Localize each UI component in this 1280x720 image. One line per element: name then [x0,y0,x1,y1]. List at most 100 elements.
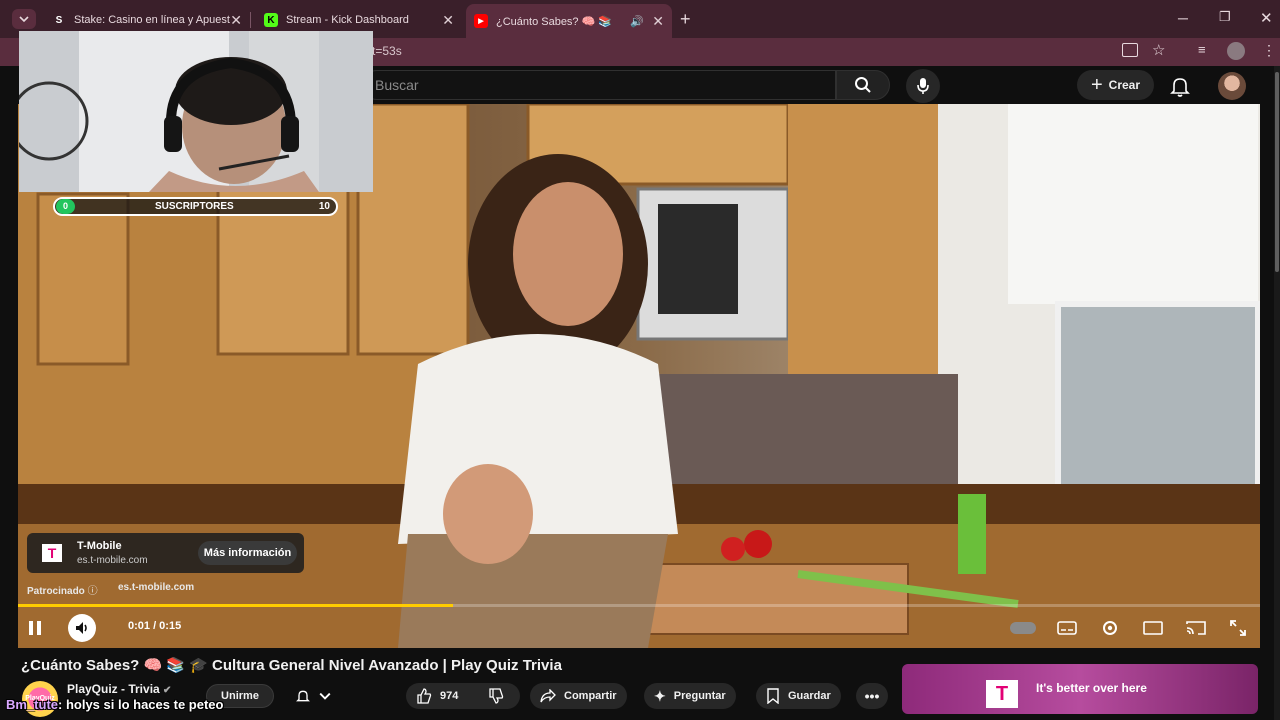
gear-icon [1103,621,1117,635]
bell-icon [296,690,310,702]
settings-button[interactable] [1098,616,1122,640]
subscriber-goal-bar: 0 SUSCRIPTORES 10 [53,197,338,216]
search-icon [855,77,871,93]
save-label: Guardar [788,690,831,702]
minimize-icon[interactable]: ─ [1178,10,1188,26]
fullscreen-button[interactable] [1226,616,1250,640]
ad-progress-fill [18,604,453,607]
restore-icon[interactable]: ❐ [1219,9,1231,25]
ad-brand-name: T-Mobile [77,540,122,552]
tab-label: ¿Cuánto Sabes? 🧠 📚 🎓 C [496,15,616,28]
pause-icon [29,621,41,635]
like-button[interactable]: 974 [406,683,478,709]
speaker-icon[interactable]: 🔊 [630,15,644,28]
like-count: 974 [440,690,459,702]
tab-kick-dashboard[interactable]: K Stream - Kick Dashboard ✕ [256,6,462,34]
sparkle-icon: ✦ [654,687,666,704]
more-info-button[interactable]: Más información [198,541,297,565]
info-icon: ⓘ [87,586,98,597]
close-icon[interactable]: ✕ [442,12,454,29]
address-bar[interactable]: t=53s [360,40,1180,62]
user-avatar[interactable] [1218,72,1246,100]
microphone-icon [917,78,929,94]
search-input[interactable]: Buscar [362,70,836,100]
create-label: Crear [1108,78,1141,92]
webcam-image [19,31,373,192]
autoplay-toggle[interactable] [1006,616,1040,640]
subs-goal-label: SUSCRIPTORES [155,201,234,212]
tab-label: Stream - Kick Dashboard [286,14,409,26]
t-mobile-logo: T [986,680,1018,708]
stake-favicon-icon: S [55,14,63,26]
youtube-favicon-icon: ▶ [474,14,488,28]
toggle-track-icon [1010,622,1036,634]
search-button[interactable] [836,70,890,100]
channel-name[interactable]: PlayQuiz - Trivia ✔ [67,682,171,696]
sponsored-label[interactable]: Patrocinado ⓘ [27,582,98,597]
dislike-button[interactable] [478,683,520,709]
create-button[interactable]: + Crear [1077,70,1154,100]
fullscreen-icon [1230,620,1246,636]
close-icon[interactable]: ✕ [652,13,664,30]
theater-mode-button[interactable] [1141,616,1165,640]
ad-tagline: It's better over here [1036,681,1147,695]
video-title: ¿Cuánto Sabes? 🧠 📚 🎓 Cultura General Niv… [21,657,562,674]
streamer-webcam-overlay [19,31,373,192]
player-controls: 0:01 / 0:15 [18,612,1260,644]
subscribe-bell-button[interactable] [285,683,341,709]
share-label: Compartir [564,690,617,702]
stream-chat-message: Bm_tute: holys si lo haces te peteo [6,697,223,712]
more-actions-button[interactable]: ••• [856,683,888,709]
subs-current-count: 0 [56,199,75,214]
ask-label: Preguntar [673,690,726,702]
ad-card[interactable]: T T-Mobile es.t-mobile.com Más informaci… [27,533,304,573]
save-button[interactable]: Guardar [756,683,841,709]
close-window-icon[interactable]: ✕ [1260,9,1273,27]
new-tab-button[interactable]: + [680,10,691,28]
thumbs-up-icon [417,688,432,704]
bookmark-star-icon[interactable]: ☆ [1152,41,1165,59]
chevron-down-icon [19,16,29,23]
chat-text: : holys si lo haces te peteo [58,697,224,712]
bookmark-icon [767,688,779,704]
subtitles-icon [1057,621,1077,635]
sponsored-url-link[interactable]: es.t-mobile.com [118,582,194,593]
sidebar-ad-banner[interactable]: T It's better over here [902,664,1258,714]
ad-brand-url: es.t-mobile.com [77,555,148,566]
share-icon [540,689,556,703]
tab-search-button[interactable] [12,9,36,29]
close-icon[interactable]: ✕ [230,12,242,29]
url-text: t=53s [372,44,402,58]
mute-button[interactable] [68,614,96,642]
thumbs-down-icon [489,688,504,704]
kick-favicon-icon: K [264,13,278,27]
voice-search-button[interactable] [906,69,940,103]
profile-icon[interactable] [1227,42,1245,60]
tab-stake[interactable]: S Stake: Casino en línea y Apuest ✕ [44,6,250,34]
theater-icon [1143,621,1163,635]
tab-label: Stake: Casino en línea y Apuest [74,14,230,26]
subs-goal-target: 10 [318,201,330,212]
notifications-bell-icon[interactable] [1168,74,1192,98]
plus-icon: + [1090,74,1103,96]
ask-button[interactable]: ✦ Preguntar [644,683,736,709]
cast-icon [1186,621,1206,635]
share-button[interactable]: Compartir [530,683,627,709]
tab-youtube-active[interactable]: ▶ ¿Cuánto Sabes? 🧠 📚 🎓 C 🔊 ✕ [466,4,672,38]
more-horizontal-icon: ••• [864,688,880,704]
menu-kebab-icon[interactable]: ⋮ [1262,42,1276,59]
verified-icon: ✔ [163,685,172,696]
ad-progress-bar[interactable] [18,604,1260,607]
time-display: 0:01 / 0:15 [128,620,182,632]
tab-divider [250,12,251,28]
cast-button[interactable] [1184,616,1208,640]
scrollbar-thumb[interactable] [1275,72,1279,272]
subtitles-button[interactable] [1055,616,1079,640]
chat-username: Bm_tute [6,697,59,712]
install-app-icon[interactable] [1122,43,1138,57]
volume-icon [76,622,87,634]
pause-button[interactable] [23,616,47,640]
page-scrollbar[interactable] [1274,66,1280,720]
media-controls-icon[interactable]: ≡ [1198,42,1206,57]
chevron-down-icon [319,692,331,700]
